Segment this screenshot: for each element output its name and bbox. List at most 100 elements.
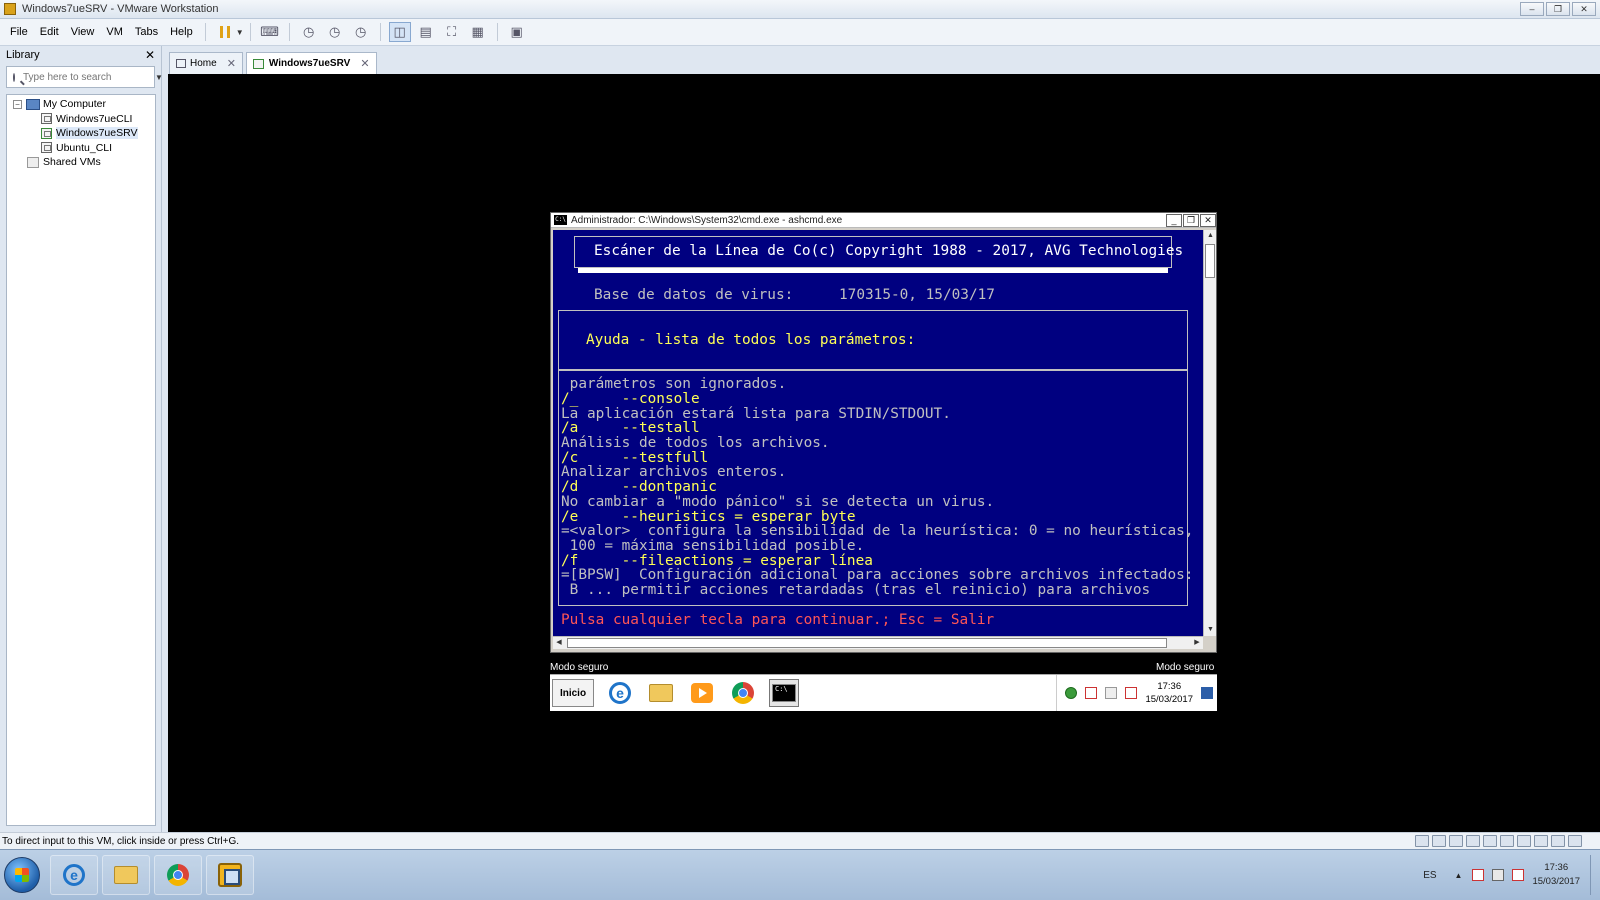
close-window-button[interactable]: ✕ — [1572, 2, 1596, 16]
full-screen-button[interactable]: ⛶ — [441, 22, 463, 42]
tree-item-shared-vms[interactable]: Shared VMs — [7, 155, 155, 170]
help-line: parámetros son ignorados. — [561, 376, 787, 392]
menu-file[interactable]: File — [4, 26, 34, 38]
guest-start-button[interactable]: Inicio — [552, 679, 594, 707]
revert-snapshot-button[interactable]: ◷ — [324, 22, 346, 42]
send-ctrl-alt-del-button[interactable]: ⌨ — [259, 22, 281, 42]
scroll-thumb[interactable] — [1205, 244, 1215, 278]
unity-button[interactable]: ▦ — [467, 22, 489, 42]
tab-windows7uesrv[interactable]: Windows7ueSRV ✕ — [245, 52, 377, 74]
library-search-input[interactable] — [23, 71, 155, 83]
network-adapter-icon[interactable] — [1500, 835, 1514, 847]
menu-help[interactable]: Help — [164, 26, 199, 38]
pause-button[interactable] — [214, 22, 236, 42]
network-icon[interactable] — [1492, 869, 1505, 881]
show-library-button[interactable]: ◫ — [388, 22, 411, 42]
scroll-left-icon[interactable]: ◀ — [553, 637, 565, 649]
action-center-icon[interactable] — [1472, 869, 1485, 881]
console-view-button[interactable]: ▣ — [506, 22, 528, 42]
hard-disk-icon[interactable] — [1432, 835, 1446, 847]
host-ie-button[interactable]: e — [50, 855, 98, 895]
scroll-right-icon[interactable]: ▶ — [1191, 637, 1203, 649]
show-desktop-button[interactable] — [1590, 855, 1600, 895]
windows-start-orb-icon[interactable] — [4, 857, 40, 893]
printer-icon[interactable] — [1551, 835, 1565, 847]
hard-disk-icon[interactable] — [1415, 835, 1429, 847]
host-vmware-button[interactable] — [206, 855, 254, 895]
power-dropdown-icon[interactable]: ▼ — [236, 28, 244, 37]
show-desktop-icon[interactable] — [1201, 687, 1213, 699]
floppy-icon[interactable] — [1483, 835, 1497, 847]
usb-icon[interactable] — [1517, 835, 1531, 847]
menu-vm[interactable]: VM — [100, 26, 129, 38]
show-hidden-icons-icon[interactable]: ▲ — [1455, 871, 1463, 880]
header-shadow-bar — [578, 268, 1168, 273]
guest-ie-button[interactable]: e — [605, 679, 635, 707]
tree-item-my-computer[interactable]: − My Computer — [7, 97, 155, 112]
cmd-window[interactable]: C:\ Administrador: C:\Windows\System32\c… — [550, 212, 1217, 653]
toolbar-separator — [249, 23, 251, 41]
chrome-icon — [167, 864, 189, 886]
cmd-console-output[interactable]: Escáner de la Línea de Co(c) Copyright 1… — [553, 230, 1203, 636]
guest-explorer-button[interactable] — [646, 679, 676, 707]
library-tree: − My Computer Windows7ueCLI Windows7ueSR… — [6, 94, 156, 826]
sound-card-icon[interactable] — [1534, 835, 1548, 847]
search-icon — [13, 72, 15, 82]
menu-edit[interactable]: Edit — [34, 26, 65, 38]
library-search-box[interactable]: ▼ — [6, 66, 163, 88]
guest-chrome-button[interactable] — [728, 679, 758, 707]
collapse-icon[interactable]: − — [13, 99, 22, 109]
cmd-horizontal-scrollbar[interactable]: ◀ ▶ — [553, 636, 1203, 649]
scroll-thumb[interactable] — [567, 638, 1167, 648]
search-dropdown-icon[interactable]: ▼ — [155, 73, 163, 82]
cmd-title: Administrador: C:\Windows\System32\cmd.e… — [571, 214, 843, 226]
action-center-icon[interactable] — [1085, 687, 1098, 699]
help-line: Analizar archivos enteros. — [561, 464, 787, 480]
cmd-vertical-scrollbar[interactable]: ▲ ▼ — [1203, 230, 1216, 636]
close-tab-icon[interactable]: ✕ — [227, 57, 236, 70]
menu-bar: File Edit View VM Tabs Help ▼ ⌨ ◷ ◷ ◷ ◫ … — [0, 19, 1600, 46]
host-clock[interactable]: 17:36 15/03/2017 — [1532, 861, 1580, 889]
tree-item-vm[interactable]: Windows7ueCLI — [7, 112, 155, 127]
cmd-maximize-button[interactable]: ❐ — [1183, 213, 1199, 227]
snapshot-button[interactable]: ◷ — [298, 22, 320, 42]
tree-label: Ubuntu_CLI — [56, 141, 113, 154]
menu-view[interactable]: View — [65, 26, 101, 38]
tab-bar: Home ✕ Windows7ueSRV ✕ — [163, 46, 1600, 74]
language-indicator[interactable]: ES — [1423, 870, 1436, 881]
scroll-up-icon[interactable]: ▲ — [1204, 230, 1217, 242]
vmware-icon — [218, 863, 242, 887]
volume-muted-icon[interactable] — [1512, 869, 1525, 881]
host-explorer-button[interactable] — [102, 855, 150, 895]
tree-item-vm[interactable]: Ubuntu_CLI — [7, 141, 155, 156]
hard-disk-icon[interactable] — [1449, 835, 1463, 847]
minimize-button[interactable]: – — [1520, 2, 1544, 16]
thumbnail-bar-icon: ▤ — [419, 24, 432, 39]
restore-button[interactable]: ❐ — [1546, 2, 1570, 16]
scroll-down-icon[interactable]: ▼ — [1204, 624, 1217, 636]
tab-label: Home — [190, 58, 217, 69]
revert-snapshot-icon: ◷ — [328, 24, 341, 39]
cmd-titlebar[interactable]: C:\ Administrador: C:\Windows\System32\c… — [551, 213, 1216, 228]
tab-home[interactable]: Home ✕ — [169, 52, 243, 74]
status-text: To direct input to this VM, click inside… — [2, 835, 240, 847]
menu-tabs[interactable]: Tabs — [129, 26, 164, 38]
avg-tray-icon[interactable] — [1065, 687, 1078, 699]
guest-clock[interactable]: 17:36 15/03/2017 — [1145, 680, 1193, 706]
volume-muted-icon[interactable] — [1125, 687, 1138, 699]
close-tab-icon[interactable]: ✕ — [360, 57, 369, 70]
help-line: =<valor> configura la sensibilidad de la… — [561, 523, 1194, 539]
cd-dvd-icon[interactable] — [1466, 835, 1480, 847]
show-thumbnail-bar-button[interactable]: ▤ — [415, 22, 437, 42]
message-log-icon[interactable] — [1568, 835, 1582, 847]
network-icon[interactable] — [1105, 687, 1118, 699]
cmd-minimize-button[interactable]: _ — [1166, 213, 1182, 227]
vm-running-icon — [252, 58, 264, 69]
host-chrome-button[interactable] — [154, 855, 202, 895]
tree-item-vm-selected[interactable]: Windows7ueSRV — [7, 126, 155, 141]
snapshot-manager-button[interactable]: ◷ — [350, 22, 372, 42]
library-close-icon[interactable]: ✕ — [145, 48, 155, 62]
guest-cmd-button[interactable]: C:\ — [769, 679, 799, 707]
cmd-close-button[interactable]: ✕ — [1200, 213, 1216, 227]
guest-media-player-button[interactable] — [687, 679, 717, 707]
